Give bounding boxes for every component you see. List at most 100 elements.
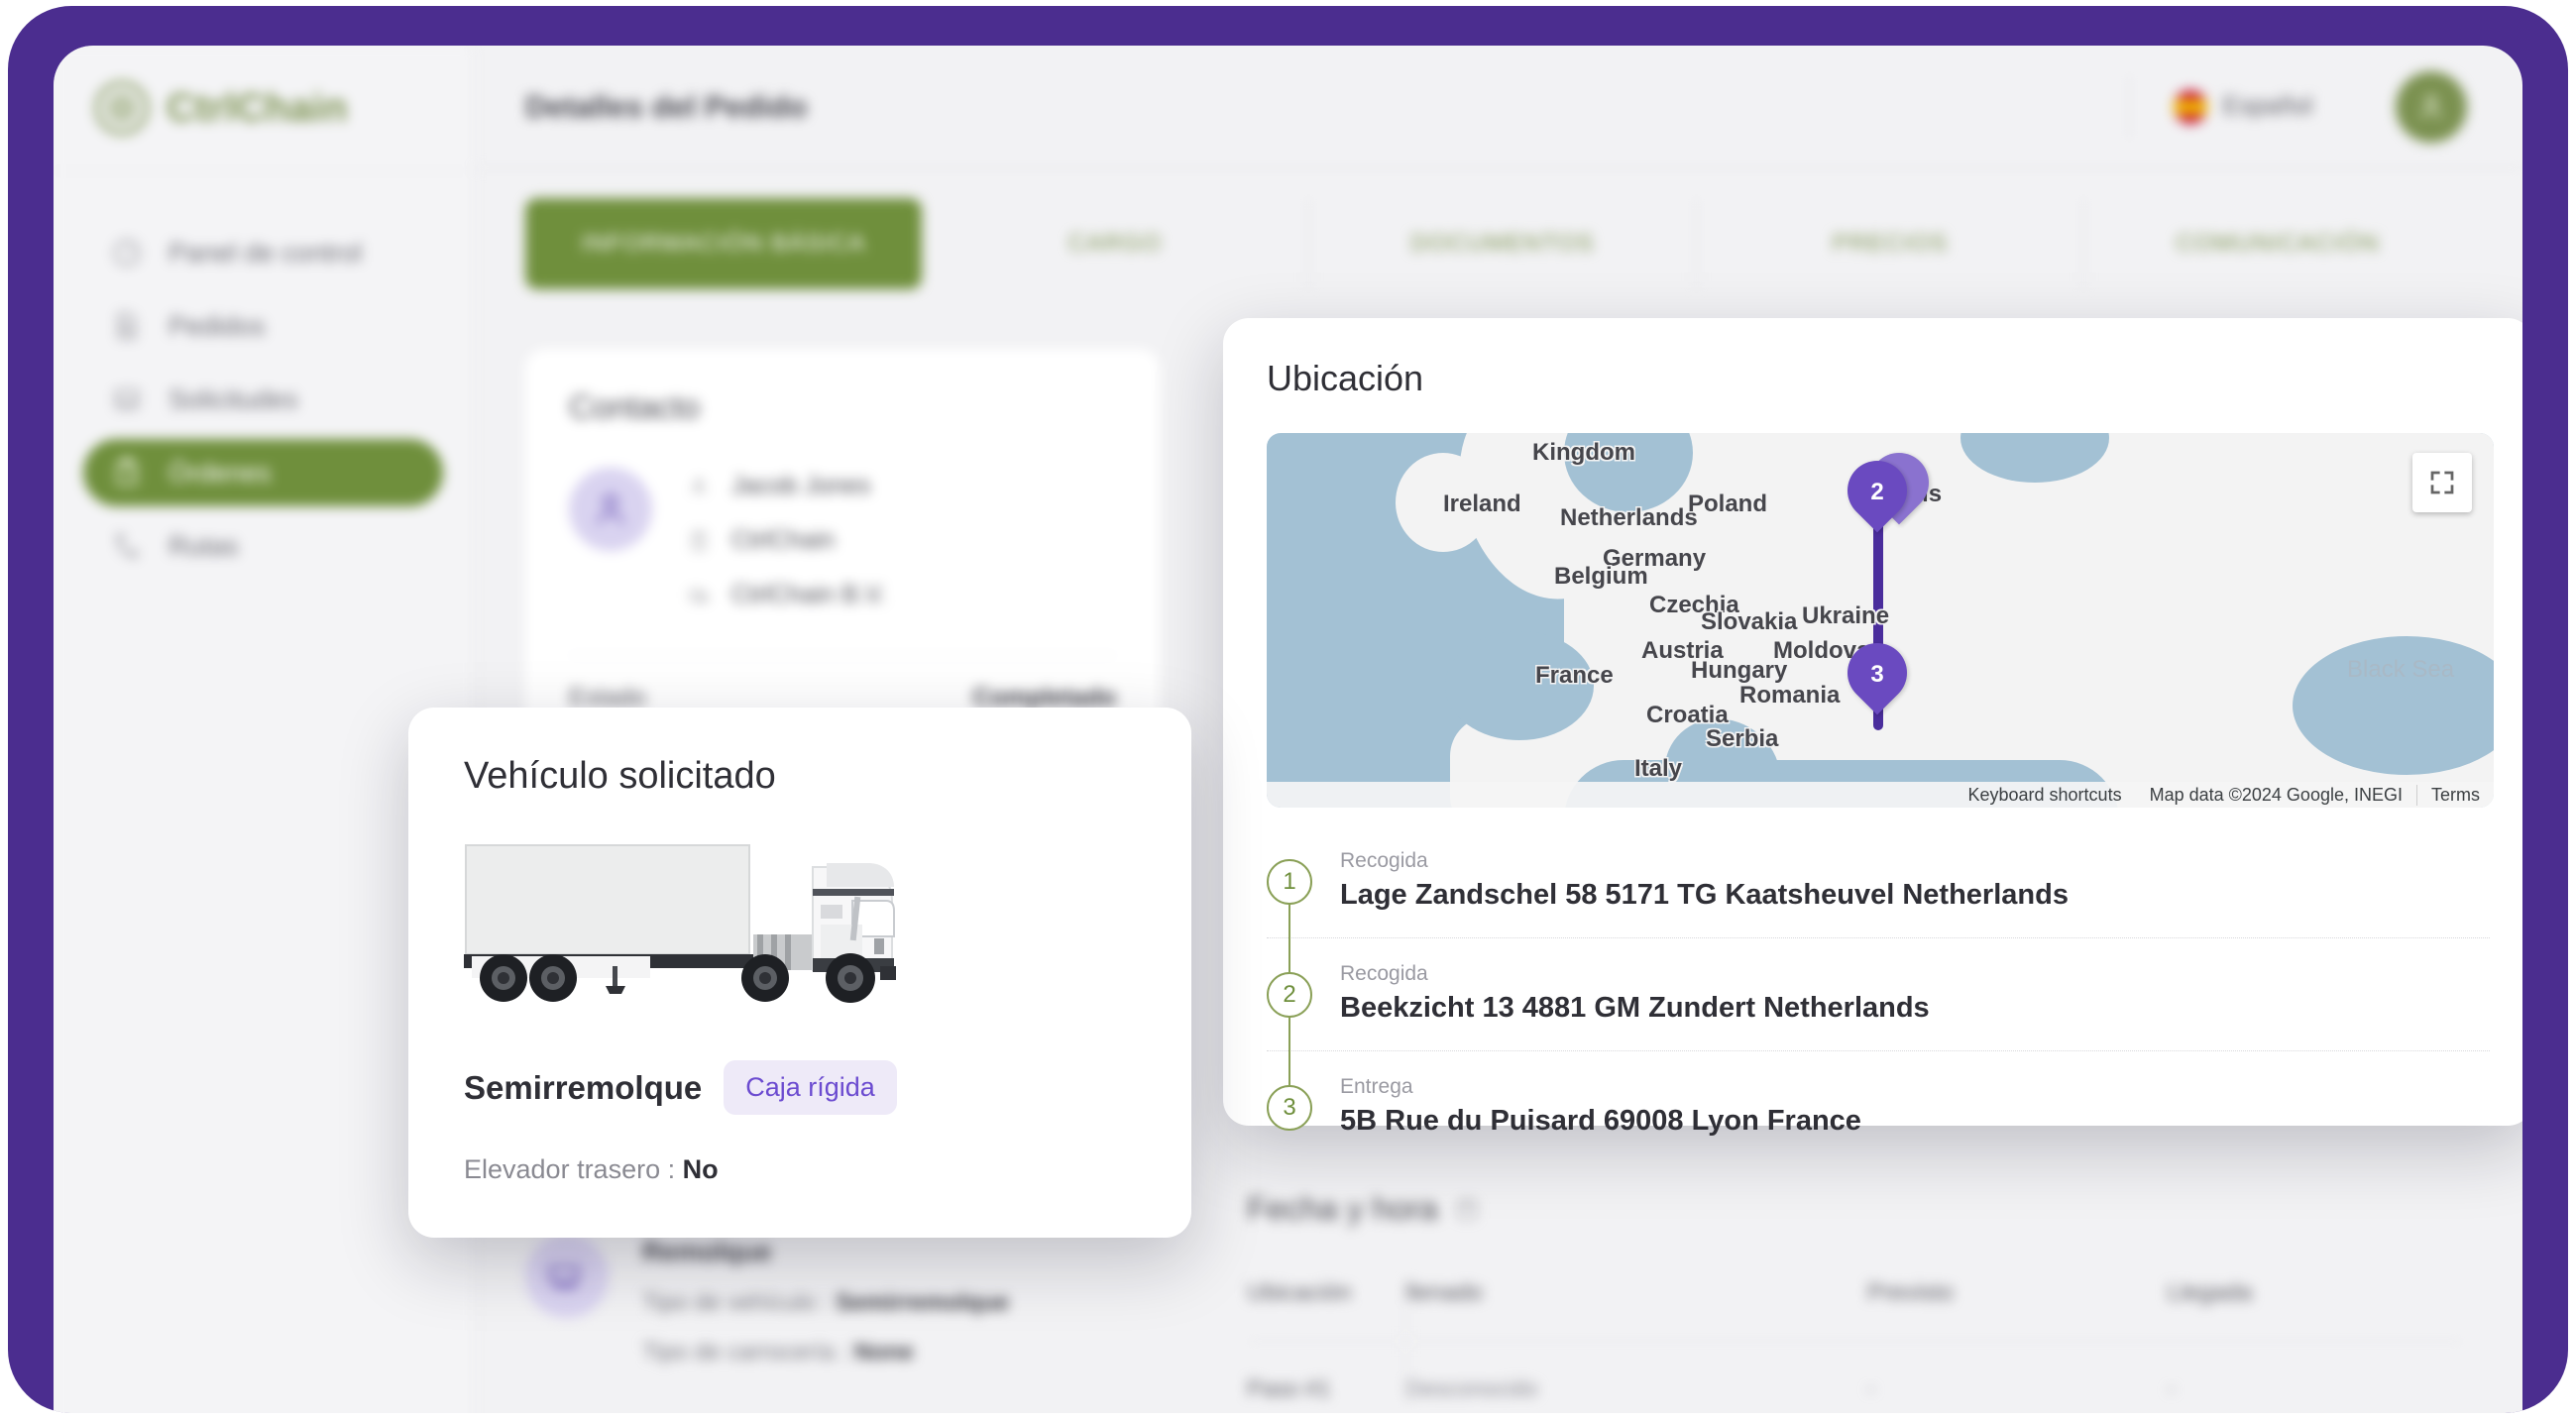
avatar	[569, 468, 652, 551]
sidebar-item-label: Pedidos	[168, 310, 266, 341]
stop-text: Recogida Lage Zandschel 58 5171 TG Kaats…	[1340, 847, 2069, 912]
pin-number: 3	[1870, 661, 1884, 688]
stop-kind: Recogida	[1340, 849, 1428, 872]
page-title: Detalles del Pedido	[525, 88, 808, 124]
stops-list: 1 Recogida Lage Zandschel 58 5171 TG Kaa…	[1267, 825, 2490, 1163]
col-ubicacion: Ubicación	[1247, 1279, 1406, 1342]
sidebar-item-ordenes[interactable]: Órdenes	[83, 439, 443, 506]
calendar-icon	[1456, 1199, 1477, 1220]
sidebar-item-label: Solicitudes	[168, 383, 298, 414]
document-search-icon	[117, 312, 137, 340]
map-data-text: Map data ©2024 Google, INEGI	[2149, 784, 2403, 805]
pin-number: 2	[1870, 479, 1884, 505]
tab-informacion-basica[interactable]: INFORMACIÓN BÁSICA	[525, 198, 922, 289]
remolque-block: Remolque Tipo de vehículo : Semirremolqu…	[525, 1235, 1160, 1366]
vehiculo-solicitado-card: Vehículo solicitado Semirremolque Caja r…	[408, 708, 1191, 1238]
tab-bar: INFORMACIÓN BÁSICA CARGO DOCUMENTOS PREC…	[474, 168, 2522, 289]
keyboard-shortcuts-link[interactable]: Keyboard shortcuts	[1954, 785, 2135, 806]
contacto-body: Jacob Jones CtrlChain CtrlChain B.V.	[569, 468, 1116, 609]
gauge-icon	[113, 239, 141, 267]
tab-documentos[interactable]: DOCUMENTOS	[1309, 198, 1697, 289]
map-label-sea: Black Sea	[2347, 656, 2455, 683]
stop-number: 1	[1267, 859, 1312, 905]
col-llegada: Llegada	[2167, 1279, 2253, 1306]
map-label: Italy	[1634, 755, 1683, 782]
map-label: Netherlands	[1560, 504, 1698, 531]
user-icon	[2420, 94, 2442, 119]
spain-flag-icon	[2173, 89, 2207, 124]
cell-previsto: -	[1867, 1341, 2168, 1402]
status-row: Estado Completado	[569, 655, 1116, 712]
sidebar-item-label: Rutas	[168, 530, 239, 561]
tab-precios[interactable]: PRECIOS	[1697, 198, 2084, 289]
sidebar-item-panel-de-control[interactable]: Panel de control	[83, 219, 443, 286]
vehiculo-body-chip: Caja rígida	[724, 1060, 897, 1115]
contacto-line: CtrlChain	[688, 526, 886, 555]
target-circle-icon	[95, 81, 149, 135]
sidebar-item-pedidos[interactable]: Pedidos	[83, 292, 443, 360]
stop-address: Beekzicht 13 4881 GM Zundert Netherlands	[1340, 992, 1930, 1024]
list-item[interactable]: 3 Entrega 5B Rue du Puisard 69008 Lyon F…	[1267, 1050, 2490, 1163]
stop-kind: Recogida	[1340, 962, 1428, 985]
stop-number: 2	[1267, 972, 1312, 1018]
fecha-title: Fecha y hora	[1247, 1190, 1438, 1227]
language-label: Español	[2222, 92, 2312, 120]
map-marker-3[interactable]: 3	[1835, 630, 1920, 718]
sidebar-nav: Panel de control Pedidos Solicitudes Órd…	[54, 171, 473, 580]
sidebar-item-solicitudes[interactable]: Solicitudes	[83, 366, 443, 433]
fecha-header: Fecha y hora	[1247, 1190, 2463, 1228]
stop-text: Recogida Beekzicht 13 4881 GM Zundert Ne…	[1340, 960, 1930, 1025]
terms-link[interactable]: Terms	[2416, 784, 2494, 806]
remolque-value: Semirremolque	[836, 1289, 1009, 1316]
clipboard-list-icon	[116, 458, 138, 487]
sidebar-item-label: Panel de control	[168, 237, 363, 268]
trailer-icon	[548, 1265, 580, 1290]
col-llenado: llenado	[1405, 1279, 1483, 1306]
map-label: Serbia	[1706, 725, 1779, 752]
ubicacion-title: Ubicación	[1267, 358, 1424, 398]
sidebar-item-label: Órdenes	[168, 457, 272, 488]
stop-number: 3	[1267, 1085, 1312, 1131]
brand: CtrlChain	[54, 46, 473, 171]
table-row: Paso #1 Desconocido - -	[1247, 1341, 2463, 1402]
remolque-key: Tipo de vehículo :	[642, 1289, 830, 1316]
vehiculo-title: Vehículo solicitado	[464, 755, 776, 797]
vehiculo-type-row: Semirremolque Caja rígida	[464, 1060, 1136, 1115]
language-switcher[interactable]: Español	[2128, 74, 2356, 139]
tab-cargo[interactable]: CARGO	[922, 198, 1309, 289]
map-label: Belgium	[1554, 563, 1648, 590]
user-icon	[692, 478, 706, 494]
contacto-line: Jacob Jones	[688, 472, 886, 500]
cell-ubicacion: Paso #1	[1247, 1341, 1406, 1402]
map-label: Romania	[1739, 682, 1841, 709]
building-icon	[692, 531, 706, 550]
avatar[interactable]	[2396, 70, 2467, 143]
contacto-title: Contacto	[569, 388, 701, 425]
contacto-card: Contacto Jacob Jones CtrlChain CtrlChain…	[525, 349, 1160, 746]
brand-name: CtrlChain	[167, 85, 348, 130]
fecha-table: Ubicación llenado Previsto Llegada Paso …	[1247, 1279, 2463, 1402]
fecha-y-hora-section: Fecha y hora Ubicación llenado Previsto …	[1247, 1190, 2463, 1402]
col-previsto: Previsto	[1867, 1279, 1954, 1306]
lift-value: No	[682, 1154, 719, 1184]
tab-comunicacion[interactable]: COMUNICACIÓN	[2084, 198, 2471, 289]
inbox-icon	[115, 388, 139, 410]
topbar: Detalles del Pedido Español	[474, 46, 2522, 168]
remolque-lines: Remolque Tipo de vehículo : Semirremolqu…	[642, 1235, 1009, 1366]
sidebar-item-rutas[interactable]: Rutas	[83, 512, 443, 580]
stop-address: 5B Rue du Puisard 69008 Lyon France	[1340, 1105, 1861, 1137]
user-icon	[597, 493, 624, 525]
remolque-row: Tipo de carrocería : None	[642, 1339, 1009, 1366]
app-window: CtrlChain Panel de control Pedidos Solic…	[54, 46, 2522, 1413]
list-item[interactable]: 1 Recogida Lage Zandschel 58 5171 TG Kaa…	[1267, 825, 2490, 937]
contacto-line: CtrlChain B.V.	[688, 581, 886, 609]
semi-truck-illustration	[464, 844, 896, 1003]
map-marker-2[interactable]: 2	[1835, 448, 1920, 536]
list-item[interactable]: 2 Recogida Beekzicht 13 4881 GM Zundert …	[1267, 937, 2490, 1050]
map[interactable]: Kingdom Ireland Netherlands Poland Belar…	[1267, 433, 2494, 808]
stop-kind: Entrega	[1340, 1075, 1413, 1098]
remolque-key: Tipo de carrocería :	[642, 1339, 848, 1365]
remolque-title: Remolque	[642, 1237, 772, 1266]
map-label: Slovakia	[1701, 608, 1798, 635]
fullscreen-icon[interactable]	[2412, 453, 2472, 512]
